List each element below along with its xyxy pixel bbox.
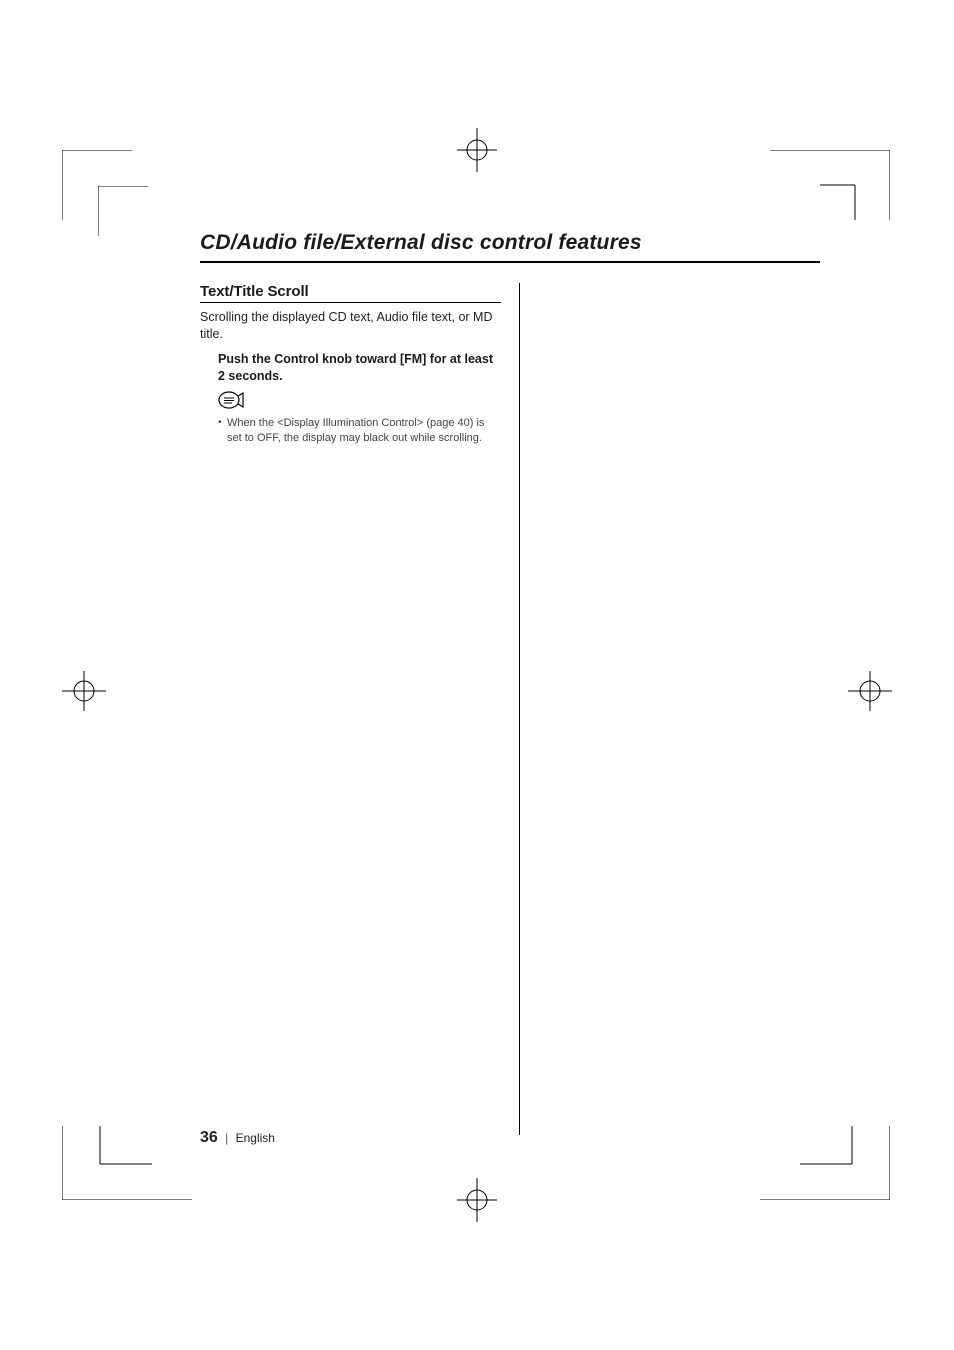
print-trim-mark-top-left-inner: [98, 186, 148, 236]
print-crop-mark-bottom: [436, 1178, 518, 1222]
print-trim-mark-bottom-right: [760, 1126, 890, 1200]
page-number: 36: [200, 1129, 218, 1146]
left-column: Text/Title Scroll Scrolling the displaye…: [200, 283, 519, 1135]
note-icon-wrap: [218, 391, 501, 414]
section-rule: [200, 302, 501, 303]
section-intro-text: Scrolling the displayed CD text, Audio f…: [200, 309, 501, 343]
chapter-rule: [200, 261, 820, 263]
footer-language: English: [236, 1131, 275, 1145]
print-trim-mark-bottom-left: [62, 1126, 192, 1200]
footer-separator: |: [221, 1131, 232, 1145]
right-column: [520, 283, 821, 1135]
print-crop-mark-top: [436, 128, 518, 172]
note-item: When the <Display Illumination Control> …: [218, 416, 501, 447]
page-footer: 36 | English: [200, 1129, 275, 1147]
page-content: CD/Audio file/External disc control feat…: [200, 231, 820, 1135]
note-list: When the <Display Illumination Control> …: [218, 416, 501, 447]
two-column-layout: Text/Title Scroll Scrolling the displaye…: [200, 283, 820, 1135]
print-crop-mark-left: [62, 650, 106, 732]
print-trim-mark-top-right: [770, 150, 890, 220]
print-crop-mark-right: [848, 650, 892, 732]
chapter-title: CD/Audio file/External disc control feat…: [200, 231, 820, 261]
section-title: Text/Title Scroll: [200, 283, 501, 300]
instruction-text: Push the Control knob toward [FM] for at…: [218, 351, 501, 385]
note-icon: [218, 391, 244, 409]
